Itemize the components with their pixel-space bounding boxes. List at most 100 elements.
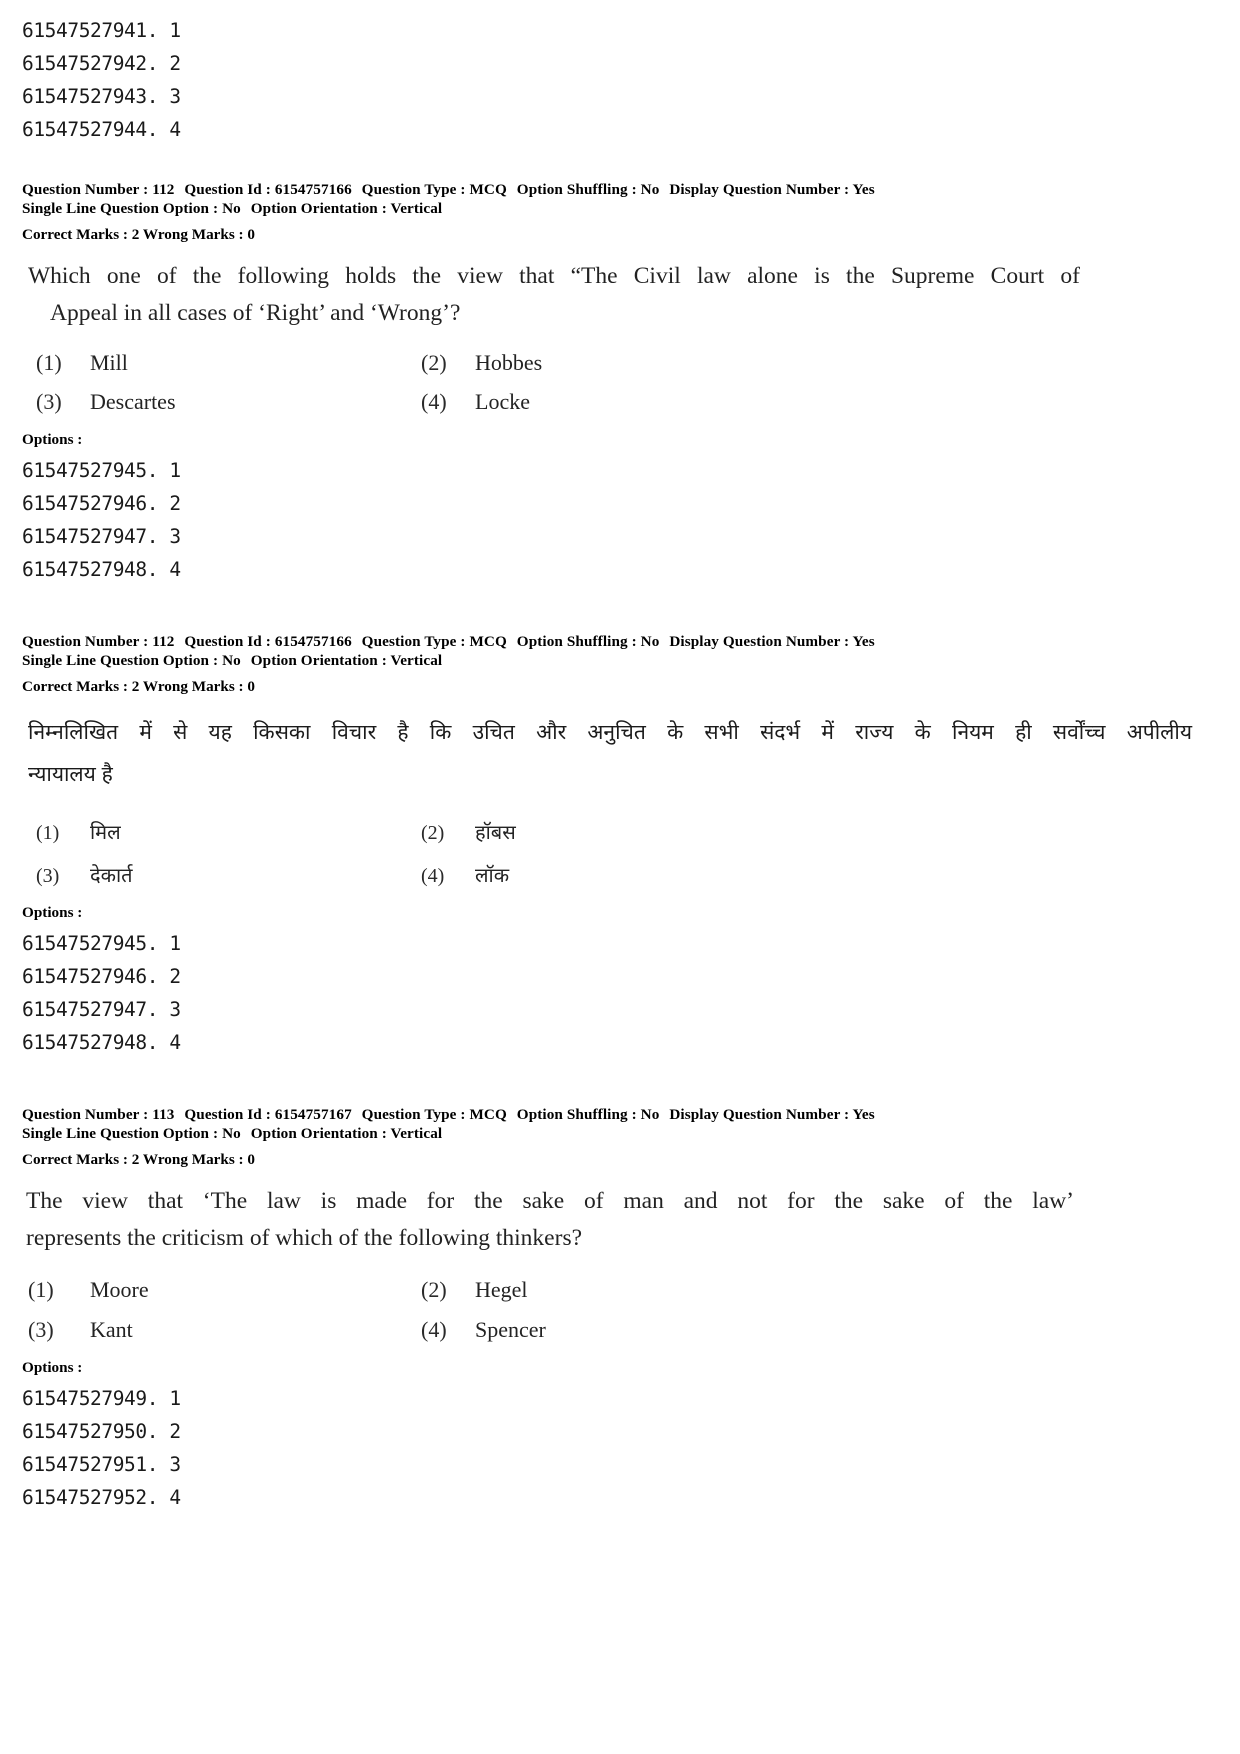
correct-marks-label: Correct Marks : — [22, 226, 128, 243]
question-stem-line: The view that ‘The law is made for the s… — [26, 1188, 1074, 1214]
display-question-number-label: Display Question Number : — [669, 633, 850, 650]
choice-option-1[interactable]: (1) Moore — [22, 1277, 407, 1303]
metadata-line-1: Question Number : 112 Question Id : 6154… — [22, 180, 1212, 199]
option-orientation-value: Vertical — [390, 200, 443, 217]
choice-number: (3) — [28, 1317, 54, 1342]
option-id: 61547527945. 1 — [22, 459, 181, 482]
option-id: 61547527950. 2 — [22, 1420, 181, 1443]
choice-option-2[interactable]: (2) Hegel — [407, 1277, 792, 1303]
correct-marks-label: Correct Marks : — [22, 678, 128, 695]
marks-line: Correct Marks : 2 Wrong Marks : 0 — [22, 677, 1212, 696]
correct-marks-value: 2 — [131, 1151, 140, 1168]
metadata-line-2: Single Line Question Option : No Option … — [22, 651, 1212, 670]
option-id-list: 61547527949. 1 61547527950. 2 6154752795… — [22, 1382, 1212, 1514]
choice-option-4[interactable]: (4) Spencer — [407, 1317, 792, 1343]
question-type-label: Question Type : — [361, 633, 466, 650]
question-type-value: MCQ — [469, 181, 507, 198]
choice-option-2[interactable]: (2) Hobbes — [407, 350, 792, 376]
question-block-113-en: Question Number : 113 Question Id : 6154… — [22, 1105, 1212, 1514]
question-number-value: 112 — [152, 633, 175, 650]
option-orientation-value: Vertical — [390, 1125, 443, 1142]
option-id: 61547527949. 1 — [22, 1387, 181, 1410]
correct-marks-label: Correct Marks : — [22, 1151, 128, 1168]
question-type-value: MCQ — [469, 1106, 507, 1123]
single-line-question-option-label: Single Line Question Option : — [22, 200, 219, 217]
wrong-marks-label: Wrong Marks : — [142, 226, 244, 243]
choice-number: (1) — [36, 350, 62, 375]
options-label: Options : — [22, 904, 83, 921]
choice-row: (1) मिल (2) हॉबस — [22, 818, 792, 845]
display-question-number-value: Yes — [852, 1106, 875, 1123]
wrong-marks-label: Wrong Marks : — [142, 678, 244, 695]
wrong-marks-value: 0 — [247, 226, 256, 243]
choice-option-3[interactable]: (3) Kant — [22, 1317, 407, 1343]
choice-option-4[interactable]: (4) Locke — [407, 389, 792, 415]
question-type-label: Question Type : — [361, 1106, 466, 1123]
question-id-label: Question Id : — [184, 1106, 271, 1123]
choice-number: (2) — [421, 1277, 447, 1302]
question-metadata: Question Number : 112 Question Id : 6154… — [22, 180, 1212, 244]
option-id: 61547527948. 4 — [22, 1031, 181, 1054]
question-metadata: Question Number : 112 Question Id : 6154… — [22, 632, 1212, 696]
choice-option-1[interactable]: (1) मिल — [22, 818, 407, 845]
option-shuffling-value: No — [640, 181, 660, 198]
question-stem: निम्नलिखित में से यह किसका विचार है कि उ… — [22, 712, 1212, 796]
question-number-label: Question Number : — [22, 633, 149, 650]
choice-option-3[interactable]: (3) Descartes — [22, 389, 407, 415]
option-id: 61547527952. 4 — [22, 1486, 181, 1509]
question-id-label: Question Id : — [184, 633, 271, 650]
metadata-line-1: Question Number : 112 Question Id : 6154… — [22, 632, 1212, 651]
option-id: 61547527942. 2 — [22, 52, 181, 75]
option-id-list-top: 61547527941. 1 61547527942. 2 6154752794… — [22, 14, 1212, 146]
wrong-marks-label: Wrong Marks : — [142, 1151, 244, 1168]
single-line-question-option-value: No — [222, 1125, 241, 1142]
choice-number: (3) — [36, 865, 60, 887]
question-block-112-hi: Question Number : 112 Question Id : 6154… — [22, 632, 1212, 1059]
option-id: 61547527945. 1 — [22, 932, 181, 955]
metadata-line-2: Single Line Question Option : No Option … — [22, 199, 1212, 218]
choice-row: (1) Moore (2) Hegel — [22, 1277, 792, 1303]
choice-option-4[interactable]: (4) लॉक — [407, 861, 792, 888]
choice-option-2[interactable]: (2) हॉबस — [407, 818, 792, 845]
option-id: 61547527946. 2 — [22, 965, 181, 988]
option-id: 61547527941. 1 — [22, 19, 181, 42]
display-question-number-label: Display Question Number : — [669, 181, 850, 198]
choice-option-1[interactable]: (1) Mill — [22, 350, 407, 376]
choice-row: (3) देकार्त (4) लॉक — [22, 861, 792, 888]
choice-row: (1) Mill (2) Hobbes — [22, 350, 792, 376]
question-id-label: Question Id : — [184, 181, 271, 198]
option-orientation-value: Vertical — [390, 652, 443, 669]
question-stem-line: न्यायालय है — [28, 763, 113, 786]
question-stem-line: निम्नलिखित में से यह किसका विचार है कि उ… — [28, 721, 1192, 744]
option-id-list: 61547527945. 1 61547527946. 2 6154752794… — [22, 454, 1212, 586]
choice-option-3[interactable]: (3) देकार्त — [22, 861, 407, 888]
question-stem-line: Which one of the following holds the vie… — [28, 263, 1080, 289]
option-id: 61547527947. 3 — [22, 998, 181, 1021]
answer-choices: (1) Moore (2) Hegel (3) Kant (4) Spencer — [22, 1277, 792, 1343]
question-type-value: MCQ — [469, 633, 507, 650]
wrong-marks-value: 0 — [247, 1151, 256, 1168]
option-orientation-label: Option Orientation : — [250, 200, 387, 217]
display-question-number-value: Yes — [852, 633, 875, 650]
marks-line: Correct Marks : 2 Wrong Marks : 0 — [22, 1150, 1212, 1169]
choice-text: लॉक — [475, 865, 510, 887]
choice-text: मिल — [90, 822, 121, 844]
question-stem: Which one of the following holds the vie… — [22, 258, 1212, 332]
choice-number: (1) — [28, 1277, 54, 1302]
choice-number: (3) — [36, 389, 62, 414]
exam-page: 61547527941. 1 61547527942. 2 6154752794… — [0, 0, 1240, 1754]
choice-row: (3) Descartes (4) Locke — [22, 389, 792, 415]
single-line-question-option-label: Single Line Question Option : — [22, 652, 219, 669]
metadata-line-2: Single Line Question Option : No Option … — [22, 1124, 1212, 1143]
option-id-list: 61547527945. 1 61547527946. 2 6154752794… — [22, 927, 1212, 1059]
choice-text: Locke — [475, 389, 530, 414]
question-stem: The view that ‘The law is made for the s… — [22, 1183, 1212, 1257]
question-block-112-en: Question Number : 112 Question Id : 6154… — [22, 180, 1212, 586]
option-orientation-label: Option Orientation : — [250, 1125, 387, 1142]
options-label: Options : — [22, 1359, 83, 1376]
question-type-label: Question Type : — [361, 181, 466, 198]
question-stem-line: Appeal in all cases of ‘Right’ and ‘Wron… — [50, 300, 461, 326]
question-stem-line: represents the criticism of which of the… — [26, 1225, 583, 1251]
display-question-number-label: Display Question Number : — [669, 1106, 850, 1123]
